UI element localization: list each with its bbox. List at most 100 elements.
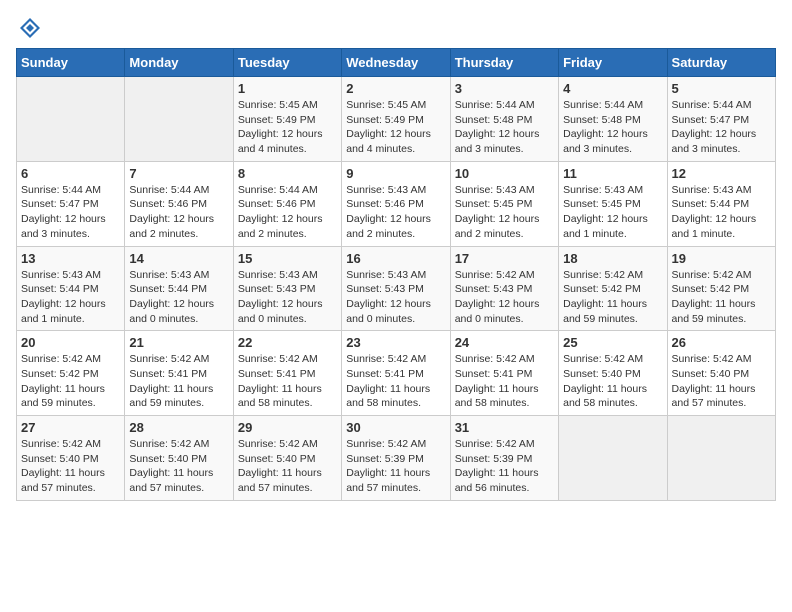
calendar-cell: 29Sunrise: 5:42 AMSunset: 5:40 PMDayligh…: [233, 416, 341, 501]
calendar-cell: 13Sunrise: 5:43 AMSunset: 5:44 PMDayligh…: [17, 246, 125, 331]
day-number: 11: [563, 166, 662, 181]
day-info: Sunrise: 5:42 AMSunset: 5:42 PMDaylight:…: [21, 352, 120, 411]
calendar-cell: 27Sunrise: 5:42 AMSunset: 5:40 PMDayligh…: [17, 416, 125, 501]
day-number: 25: [563, 335, 662, 350]
day-info: Sunrise: 5:42 AMSunset: 5:42 PMDaylight:…: [672, 268, 771, 327]
day-info: Sunrise: 5:44 AMSunset: 5:48 PMDaylight:…: [563, 98, 662, 157]
calendar-cell: 5 Sunrise: 5:44 AMSunset: 5:47 PMDaylight…: [667, 77, 775, 162]
day-info: Sunrise: 5:42 AMSunset: 5:41 PMDaylight:…: [238, 352, 337, 411]
calendar-header: SundayMondayTuesdayWednesdayThursdayFrid…: [17, 49, 776, 77]
logo-icon: [18, 16, 42, 40]
day-number: 17: [455, 251, 554, 266]
calendar-week-2: 6 Sunrise: 5:44 AMSunset: 5:47 PMDaylight…: [17, 161, 776, 246]
calendar-cell: 21Sunrise: 5:42 AMSunset: 5:41 PMDayligh…: [125, 331, 233, 416]
calendar-cell: 14 Sunrise: 5:43 AMSunset: 5:44 PMDayligh…: [125, 246, 233, 331]
day-number: 18: [563, 251, 662, 266]
day-info: Sunrise: 5:43 AMSunset: 5:46 PMDaylight:…: [346, 183, 445, 242]
day-info: Sunrise: 5:42 AMSunset: 5:39 PMDaylight:…: [346, 437, 445, 496]
calendar-cell: 1 Sunrise: 5:45 AMSunset: 5:49 PMDaylight…: [233, 77, 341, 162]
day-number: 9: [346, 166, 445, 181]
day-number: 19: [672, 251, 771, 266]
calendar-cell: 4 Sunrise: 5:44 AMSunset: 5:48 PMDaylight…: [559, 77, 667, 162]
day-info: Sunrise: 5:42 AMSunset: 5:40 PMDaylight:…: [672, 352, 771, 411]
day-info: Sunrise: 5:42 AMSunset: 5:40 PMDaylight:…: [21, 437, 120, 496]
day-number: 4: [563, 81, 662, 96]
weekday-header-tuesday: Tuesday: [233, 49, 341, 77]
calendar-cell: 18 Sunrise: 5:42 AMSunset: 5:42 PMDayligh…: [559, 246, 667, 331]
weekday-header-saturday: Saturday: [667, 49, 775, 77]
day-info: Sunrise: 5:44 AMSunset: 5:47 PMDaylight:…: [672, 98, 771, 157]
calendar-cell: 31 Sunrise: 5:42 AMSunset: 5:39 PMDayligh…: [450, 416, 558, 501]
calendar-cell: 6 Sunrise: 5:44 AMSunset: 5:47 PMDaylight…: [17, 161, 125, 246]
logo-area: [16, 16, 42, 40]
calendar-week-1: 1 Sunrise: 5:45 AMSunset: 5:49 PMDaylight…: [17, 77, 776, 162]
calendar-cell: 26 Sunrise: 5:42 AMSunset: 5:40 PMDayligh…: [667, 331, 775, 416]
calendar-cell: [667, 416, 775, 501]
day-info: Sunrise: 5:42 AMSunset: 5:41 PMDaylight:…: [455, 352, 554, 411]
calendar-table: SundayMondayTuesdayWednesdayThursdayFrid…: [16, 48, 776, 501]
calendar-cell: 28 Sunrise: 5:42 AMSunset: 5:40 PMDayligh…: [125, 416, 233, 501]
day-info: Sunrise: 5:43 AMSunset: 5:43 PMDaylight:…: [238, 268, 337, 327]
day-number: 7: [129, 166, 228, 181]
calendar-cell: 17 Sunrise: 5:42 AMSunset: 5:43 PMDayligh…: [450, 246, 558, 331]
day-number: 1: [238, 81, 337, 96]
day-info: Sunrise: 5:42 AMSunset: 5:40 PMDaylight:…: [238, 437, 337, 496]
calendar-cell: [559, 416, 667, 501]
calendar-cell: 9 Sunrise: 5:43 AMSunset: 5:46 PMDaylight…: [342, 161, 450, 246]
day-number: 30: [346, 420, 445, 435]
logo: [16, 16, 42, 40]
day-info: Sunrise: 5:42 AMSunset: 5:40 PMDaylight:…: [129, 437, 228, 496]
day-info: Sunrise: 5:44 AMSunset: 5:47 PMDaylight:…: [21, 183, 120, 242]
calendar-cell: 24 Sunrise: 5:42 AMSunset: 5:41 PMDayligh…: [450, 331, 558, 416]
weekday-header-monday: Monday: [125, 49, 233, 77]
day-number: 24: [455, 335, 554, 350]
day-info: Sunrise: 5:45 AMSunset: 5:49 PMDaylight:…: [346, 98, 445, 157]
day-number: 28: [129, 420, 228, 435]
day-info: Sunrise: 5:42 AMSunset: 5:43 PMDaylight:…: [455, 268, 554, 327]
day-number: 8: [238, 166, 337, 181]
calendar-cell: 16Sunrise: 5:43 AMSunset: 5:43 PMDayligh…: [342, 246, 450, 331]
day-number: 6: [21, 166, 120, 181]
calendar-cell: 12 Sunrise: 5:43 AMSunset: 5:44 PMDayligh…: [667, 161, 775, 246]
day-number: 12: [672, 166, 771, 181]
weekday-header-friday: Friday: [559, 49, 667, 77]
day-info: Sunrise: 5:45 AMSunset: 5:49 PMDaylight:…: [238, 98, 337, 157]
calendar-cell: [125, 77, 233, 162]
calendar-cell: 19 Sunrise: 5:42 AMSunset: 5:42 PMDayligh…: [667, 246, 775, 331]
calendar-cell: 23Sunrise: 5:42 AMSunset: 5:41 PMDayligh…: [342, 331, 450, 416]
day-info: Sunrise: 5:43 AMSunset: 5:45 PMDaylight:…: [563, 183, 662, 242]
day-info: Sunrise: 5:44 AMSunset: 5:46 PMDaylight:…: [129, 183, 228, 242]
weekday-header-thursday: Thursday: [450, 49, 558, 77]
calendar-cell: 10 Sunrise: 5:43 AMSunset: 5:45 PMDayligh…: [450, 161, 558, 246]
day-number: 10: [455, 166, 554, 181]
day-number: 22: [238, 335, 337, 350]
day-number: 13: [21, 251, 120, 266]
weekday-header-sunday: Sunday: [17, 49, 125, 77]
day-number: 31: [455, 420, 554, 435]
day-info: Sunrise: 5:43 AMSunset: 5:44 PMDaylight:…: [129, 268, 228, 327]
day-info: Sunrise: 5:43 AMSunset: 5:44 PMDaylight:…: [672, 183, 771, 242]
calendar-cell: 25 Sunrise: 5:42 AMSunset: 5:40 PMDayligh…: [559, 331, 667, 416]
day-info: Sunrise: 5:42 AMSunset: 5:41 PMDaylight:…: [129, 352, 228, 411]
calendar-cell: 20Sunrise: 5:42 AMSunset: 5:42 PMDayligh…: [17, 331, 125, 416]
day-info: Sunrise: 5:42 AMSunset: 5:39 PMDaylight:…: [455, 437, 554, 496]
calendar-cell: 22 Sunrise: 5:42 AMSunset: 5:41 PMDayligh…: [233, 331, 341, 416]
day-number: 2: [346, 81, 445, 96]
calendar-cell: 30 Sunrise: 5:42 AMSunset: 5:39 PMDayligh…: [342, 416, 450, 501]
day-number: 26: [672, 335, 771, 350]
calendar-cell: 8 Sunrise: 5:44 AMSunset: 5:46 PMDaylight…: [233, 161, 341, 246]
calendar-cell: 11 Sunrise: 5:43 AMSunset: 5:45 PMDayligh…: [559, 161, 667, 246]
calendar-cell: 2 Sunrise: 5:45 AMSunset: 5:49 PMDaylight…: [342, 77, 450, 162]
weekday-row: SundayMondayTuesdayWednesdayThursdayFrid…: [17, 49, 776, 77]
day-info: Sunrise: 5:42 AMSunset: 5:42 PMDaylight:…: [563, 268, 662, 327]
day-number: 3: [455, 81, 554, 96]
calendar-body: 1 Sunrise: 5:45 AMSunset: 5:49 PMDaylight…: [17, 77, 776, 501]
day-info: Sunrise: 5:43 AMSunset: 5:45 PMDaylight:…: [455, 183, 554, 242]
calendar-week-4: 20Sunrise: 5:42 AMSunset: 5:42 PMDayligh…: [17, 331, 776, 416]
day-info: Sunrise: 5:43 AMSunset: 5:43 PMDaylight:…: [346, 268, 445, 327]
day-number: 14: [129, 251, 228, 266]
day-info: Sunrise: 5:44 AMSunset: 5:46 PMDaylight:…: [238, 183, 337, 242]
day-info: Sunrise: 5:42 AMSunset: 5:40 PMDaylight:…: [563, 352, 662, 411]
day-number: 5: [672, 81, 771, 96]
calendar-cell: 3Sunrise: 5:44 AMSunset: 5:48 PMDaylight…: [450, 77, 558, 162]
